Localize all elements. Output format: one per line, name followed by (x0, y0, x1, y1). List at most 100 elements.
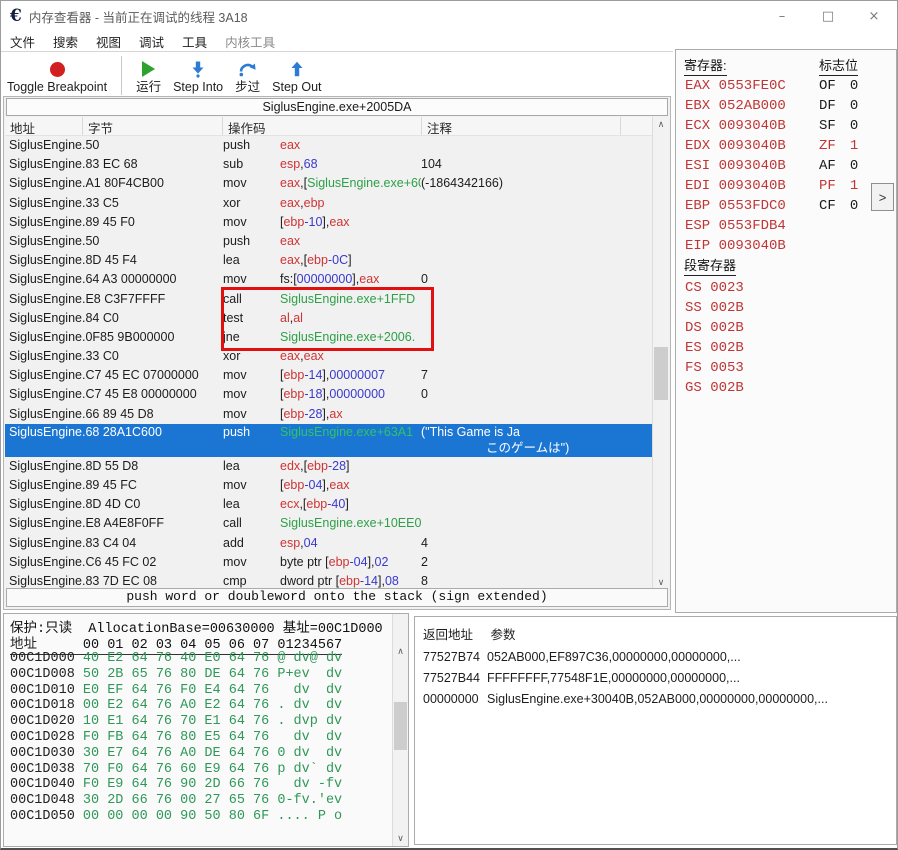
register-ESP[interactable]: ESP 0553FDB4 (685, 216, 786, 236)
disasm-row[interactable]: SiglusEngine.33 C5xoreax,ebp (5, 194, 652, 213)
flag-PF[interactable]: PF1 (819, 176, 858, 196)
hex-row[interactable]: 00C1D04830 2D 66 76 00 27 65 76 0-fv.'ev (10, 793, 342, 809)
stack-row[interactable]: 77527B74052AB000,EF897C36,00000000,00000… (423, 647, 888, 668)
register-EDX[interactable]: EDX 0093040B (685, 136, 786, 156)
disasm-operands: fs:[00000000],eax (280, 270, 421, 289)
hex-row[interactable]: 00C1D010E0 EF 64 76 F0 E4 64 76 dv dv (10, 683, 342, 699)
disasm-operands: eax (280, 232, 421, 251)
flag-CF[interactable]: CF0 (819, 196, 858, 216)
disasm-row[interactable]: SiglusEngine.89 45 FCmov[ebp-04],eax (5, 476, 652, 495)
disasm-address-bytes: SiglusEngine.89 45 FC (5, 476, 223, 495)
register-EAX[interactable]: EAX 0553FE0C (685, 76, 786, 96)
flag-DF[interactable]: DF0 (819, 96, 858, 116)
disasm-row[interactable]: SiglusEngine.64 A3 00000000movfs:[000000… (5, 270, 652, 289)
segment-register-DS[interactable]: DS 002B (685, 318, 744, 338)
disassembler-address-bar[interactable]: SiglusEngine.exe+2005DA (6, 98, 668, 116)
scroll-down-arrow[interactable]: ∨ (393, 831, 408, 846)
segment-register-SS[interactable]: SS 002B (685, 298, 744, 318)
flag-OF[interactable]: OF0 (819, 76, 858, 96)
hex-row[interactable]: 00C1D00850 2B 65 76 80 DE 64 76 P+ev dv (10, 667, 342, 683)
scroll-up-arrow[interactable]: ∧ (393, 644, 408, 659)
register-ESI[interactable]: ESI 0093040B (685, 156, 786, 176)
scroll-up-arrow[interactable]: ∧ (653, 117, 669, 132)
flag-AF[interactable]: AF0 (819, 156, 858, 176)
disasm-row[interactable]: SiglusEngine.50pusheax (5, 232, 652, 251)
disasm-row[interactable]: SiglusEngine.83 C4 04addesp,044 (5, 534, 652, 553)
menu-item[interactable]: 文件 (1, 32, 44, 51)
close-button[interactable]: × (851, 1, 897, 31)
register-EDI[interactable]: EDI 0093040B (685, 176, 786, 196)
disasm-address-bytes: SiglusEngine.83 C4 04 (5, 534, 223, 553)
register-ECX[interactable]: ECX 0093040B (685, 116, 786, 136)
disassembler-scrollbar[interactable]: ∧ ∨ (652, 117, 669, 590)
disasm-row[interactable]: SiglusEngine.E8 C3F7FFFFcallSiglusEngine… (5, 290, 652, 309)
run-button[interactable]: 运行 (130, 52, 167, 97)
expand-panel-button[interactable]: > (871, 183, 894, 211)
scrollbar-thumb[interactable] (654, 347, 668, 400)
column-header-bytes[interactable]: 字节 (83, 117, 223, 135)
flag-SF[interactable]: SF0 (819, 116, 858, 136)
disasm-row[interactable]: SiglusEngine.C7 45 EC 07000000mov[ebp-14… (5, 366, 652, 385)
disasm-row[interactable]: SiglusEngine.E8 A4E8F0FFcallSiglusEngine… (5, 514, 652, 533)
step-over-button[interactable]: 步过 (229, 52, 266, 97)
register-EBX[interactable]: EBX 052AB000 (685, 96, 786, 116)
segment-register-ES[interactable]: ES 002B (685, 338, 744, 358)
toggle-breakpoint-button[interactable]: Toggle Breakpoint (1, 52, 113, 97)
menu-item[interactable]: 工具 (173, 32, 216, 51)
menu-item[interactable]: 视图 (87, 32, 130, 51)
menu-item[interactable]: 内核工具 (216, 32, 284, 51)
column-header-parameters[interactable]: 参数 (490, 628, 515, 642)
disasm-operands: SiglusEngine.exe+10EE0 (280, 514, 421, 533)
disasm-mnemonic: test (223, 309, 280, 328)
scrollbar-thumb[interactable] (394, 702, 407, 750)
disasm-mnemonic: lea (223, 251, 280, 270)
segment-register-GS[interactable]: GS 002B (685, 378, 744, 398)
disasm-row[interactable]: SiglusEngine.0F85 9B000000jneSiglusEngin… (5, 328, 652, 347)
disasm-row[interactable]: SiglusEngine.A1 80F4CB00moveax,[SiglusEn… (5, 174, 652, 193)
hex-scrollbar[interactable]: ∧ ∨ (392, 614, 408, 846)
disasm-row[interactable]: SiglusEngine.8D 55 D8leaedx,[ebp-28] (5, 457, 652, 476)
hex-row[interactable]: 00C1D028F0 FB 64 76 80 E5 64 76 dv dv (10, 730, 342, 746)
toolbar-separator (121, 56, 122, 95)
column-header-opcode[interactable]: 操作码 (223, 117, 422, 135)
segment-register-FS[interactable]: FS 0053 (685, 358, 744, 378)
disasm-comment (421, 309, 652, 328)
disasm-row[interactable]: SiglusEngine.84 C0testal,al (5, 309, 652, 328)
step-into-button[interactable]: Step Into (167, 52, 229, 97)
disasm-row[interactable]: SiglusEngine.33 C0xoreax,eax (5, 347, 652, 366)
hex-row[interactable]: 00C1D02010 E1 64 76 70 E1 64 76 . dvp dv (10, 714, 342, 730)
menu-item[interactable]: 调试 (130, 32, 173, 51)
disasm-row[interactable]: SiglusEngine.8D 45 F4leaeax,[ebp-0C] (5, 251, 652, 270)
hex-bytes-ascii: 30 2D 66 76 00 27 65 76 0-fv.'ev (83, 793, 342, 808)
flag-ZF[interactable]: ZF1 (819, 136, 858, 156)
disasm-row[interactable]: SiglusEngine.C7 45 E8 00000000mov[ebp-18… (5, 385, 652, 404)
disasm-row[interactable]: SiglusEngine.8D 4D C0leaecx,[ebp-40] (5, 495, 652, 514)
stack-row[interactable]: 00000000SiglusEngine.exe+30040B,052AB000… (423, 689, 888, 710)
hex-row[interactable]: 00C1D040F0 E9 64 76 90 2D 66 76 dv -fv (10, 777, 342, 793)
menu-item[interactable]: 搜索 (44, 32, 87, 51)
hex-row[interactable]: 00C1D03030 E7 64 76 A0 DE 64 76 0 dv dv (10, 746, 342, 762)
hex-row[interactable]: 00C1D03870 F0 64 76 60 E9 64 76 p dv` dv (10, 762, 342, 778)
disasm-address-bytes: SiglusEngine.A1 80F4CB00 (5, 174, 223, 193)
disasm-row[interactable]: SiglusEngine.89 45 F0mov[ebp-10],eax (5, 213, 652, 232)
toolbar: Toggle Breakpoint 运行 Step Into 步过 Step O… (1, 51, 673, 97)
disasm-row[interactable]: SiglusEngine.66 89 45 D8mov[ebp-28],ax (5, 405, 652, 424)
segment-register-CS[interactable]: CS 0023 (685, 278, 744, 298)
maximize-button[interactable]: □ (805, 1, 851, 31)
column-header-return-address[interactable]: 返回地址 (423, 624, 487, 643)
hex-row[interactable]: 00C1D01800 E2 64 76 A0 E2 64 76 . dv dv (10, 698, 342, 714)
minimize-button[interactable]: – (759, 1, 805, 31)
stack-row[interactable]: 77527B44FFFFFFFF,77548F1E,00000000,00000… (423, 668, 888, 689)
hex-row[interactable]: 00C1D05000 00 00 00 90 50 80 6F .... P o (10, 809, 342, 825)
disasm-comment (421, 136, 652, 155)
column-header-comment[interactable]: 注释 (422, 117, 621, 135)
disasm-row[interactable]: SiglusEngine.C6 45 FC 02movbyte ptr [ebp… (5, 553, 652, 572)
hex-row[interactable]: 00C1D00040 E2 64 76 40 E0 64 76 @ dv@ dv (10, 651, 342, 667)
disasm-row[interactable]: SiglusEngine.50pusheax (5, 136, 652, 155)
disasm-row[interactable]: SiglusEngine.83 EC 68subesp,68104 (5, 155, 652, 174)
step-out-button[interactable]: Step Out (266, 52, 327, 97)
register-EIP[interactable]: EIP 0093040B (685, 236, 786, 256)
register-EBP[interactable]: EBP 0553FDC0 (685, 196, 786, 216)
disasm-row[interactable]: SiglusEngine.68 28A1C600pushSiglusEngine… (5, 424, 652, 457)
column-header-address[interactable]: 地址 (5, 117, 83, 135)
